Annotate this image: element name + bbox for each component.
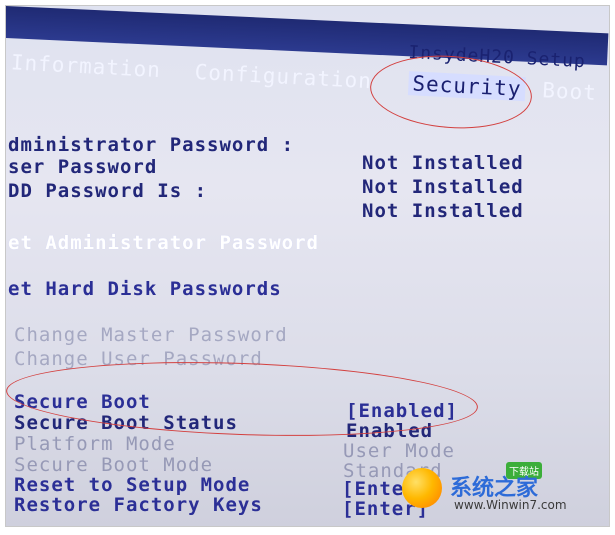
- set-hdd-passwords-item[interactable]: et Hard Disk Passwords: [8, 278, 282, 300]
- change-master-password-item: Change Master Password: [14, 324, 288, 346]
- admin-password-status: Not Installed: [362, 152, 524, 174]
- admin-password-label: dministrator Password :: [8, 134, 295, 156]
- site-watermark: 下载站 系统之家 www.Winwin7.com: [398, 462, 603, 520]
- watermark-url: www.Winwin7.com: [454, 498, 567, 512]
- hdd-password-label: DD Password Is :: [8, 180, 208, 202]
- platform-mode-label: Platform Mode: [14, 433, 176, 455]
- windows-logo-icon: [402, 468, 442, 508]
- platform-mode-value: User Mode: [343, 440, 455, 462]
- set-admin-password-item[interactable]: et Administrator Password: [8, 232, 319, 254]
- user-password-status: Not Installed: [362, 176, 524, 198]
- reset-setup-mode-item[interactable]: Reset to Setup Mode: [14, 474, 250, 496]
- user-password-label: ser Password: [8, 156, 158, 178]
- hdd-password-status: Not Installed: [362, 200, 524, 222]
- secure-boot-mode-label: Secure Boot Mode: [14, 454, 214, 476]
- restore-factory-keys-item[interactable]: Restore Factory Keys: [14, 494, 263, 516]
- bios-screen: InsydeH20 Setup Information Configuratio…: [5, 5, 610, 527]
